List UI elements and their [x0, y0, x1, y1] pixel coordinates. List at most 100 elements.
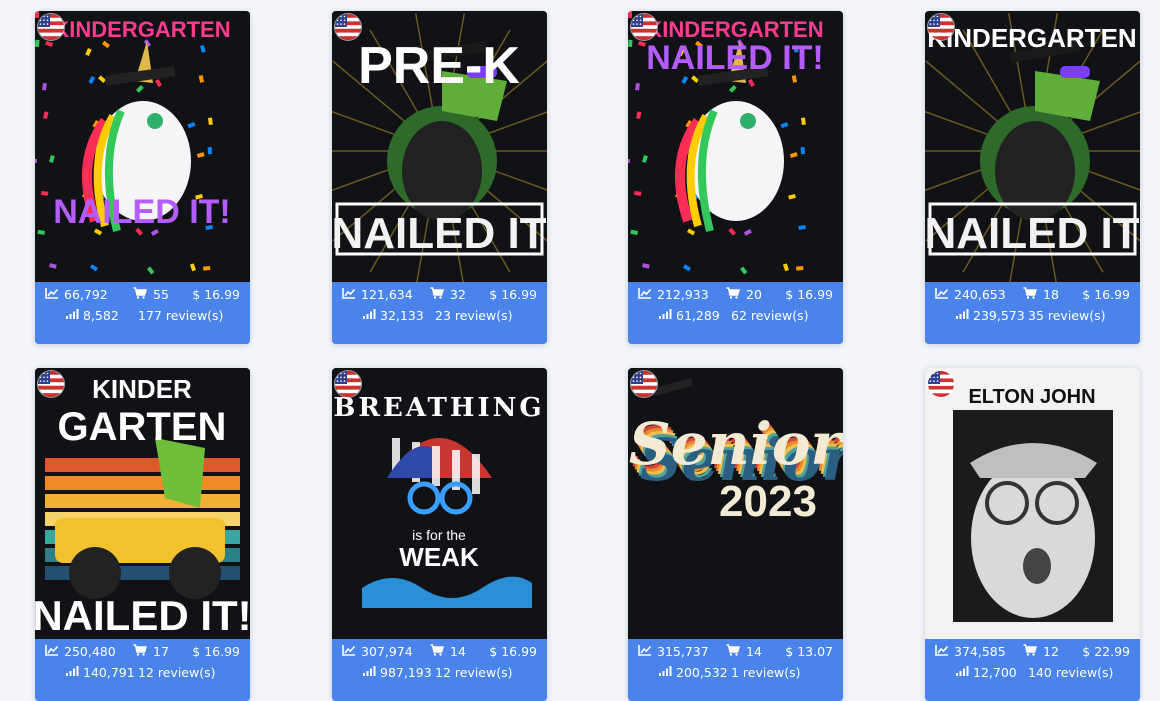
- sales-value: 55: [153, 286, 169, 302]
- sales-value: 14: [450, 643, 466, 659]
- bar-chart-icon: [658, 665, 672, 680]
- cart-icon: [1023, 643, 1037, 659]
- bsr-value: 61,289: [676, 307, 720, 323]
- art-title: BREATHING: [333, 393, 544, 423]
- product-stats: 315,737 14 $ 13.07 200,532 1 review(s): [628, 639, 843, 701]
- trend-chart-icon: [342, 644, 356, 659]
- trend-chart-icon: [45, 287, 59, 302]
- reviews-link[interactable]: 140 review(s): [1028, 665, 1113, 680]
- bar-chart-icon: [362, 665, 376, 680]
- product-card[interactable]: KINDERGARTEN NAILED IT! 212,933 20 $ 16.9…: [628, 11, 843, 344]
- bsr-value: 239,573: [973, 307, 1025, 323]
- product-image[interactable]: KINDERGARTENNAILED IT!: [35, 368, 250, 639]
- views-stat: 250,480: [45, 644, 116, 659]
- product-image[interactable]: KINDERGARTEN NAILED IT: [925, 11, 1140, 282]
- views-stat: 315,737: [638, 644, 709, 659]
- sales-stat: 55: [133, 287, 169, 302]
- bsr-stat: 140,791: [65, 665, 135, 680]
- bsr-stat: 200,532: [658, 665, 728, 680]
- reviews-link[interactable]: 23 review(s): [435, 308, 512, 323]
- price: $ 16.99: [1082, 286, 1130, 302]
- product-image[interactable]: BREATHING is for the WEAK: [332, 368, 547, 639]
- art-subtitle: NAILED IT: [332, 209, 547, 258]
- product-image[interactable]: Senior Senior Senior Senior Senior Senior 2023: [628, 368, 843, 639]
- price: $ 16.99: [192, 643, 240, 659]
- product-stats: 307,974 14 $ 16.99 987,193 12 review(s): [332, 639, 547, 701]
- views-value: 374,585: [954, 643, 1006, 659]
- cart-icon: [726, 643, 740, 659]
- sales-value: 32: [450, 286, 466, 302]
- sales-value: 18: [1043, 286, 1059, 302]
- bsr-stat: 61,289: [658, 308, 720, 323]
- product-card[interactable]: PRE-K NAILED IT 121,634 32 $ 16.99 32,133: [332, 11, 547, 344]
- product-image[interactable]: KINDERGARTEN NAILED IT!: [35, 11, 250, 282]
- trend-chart-icon: [638, 287, 652, 302]
- us-flag-icon: [631, 14, 657, 40]
- trend-chart-icon: [638, 644, 652, 659]
- product-stats: 240,653 18 $ 16.99 239,573 35 review(s): [925, 282, 1140, 344]
- views-stat: 307,974: [342, 644, 413, 659]
- sales-stat: 32: [430, 287, 466, 302]
- product-card[interactable]: KINDER GARTEN NAILED IT! 250,480 17 $ 16.9…: [35, 368, 250, 701]
- bsr-value: 140,791: [83, 664, 135, 680]
- bsr-value: 32,133: [380, 307, 424, 323]
- sales-value: 12: [1043, 643, 1059, 659]
- price: $ 13.07: [785, 643, 833, 659]
- product-card[interactable]: KINDERGARTEN NAILED IT 240,653 18 $ 16.99…: [925, 11, 1140, 344]
- bar-chart-icon: [955, 665, 969, 680]
- product-card[interactable]: BREATHING is for the WEAK 307,974 14 $ 16.…: [332, 368, 547, 701]
- views-stat: 212,933: [638, 287, 709, 302]
- price: $ 16.99: [785, 286, 833, 302]
- reviews-link[interactable]: 177 review(s): [138, 308, 223, 323]
- art-title: Senior: [629, 410, 843, 478]
- product-card[interactable]: Senior Senior Senior Senior Senior Senior 2023…: [628, 368, 843, 701]
- cart-icon: [1023, 286, 1037, 302]
- views-stat: 240,653: [935, 287, 1006, 302]
- us-flag-icon: [928, 371, 954, 397]
- art-subtitle: NAILED IT!: [35, 592, 250, 639]
- product-stats: 121,634 32 $ 16.99 32,133 23 review(s): [332, 282, 547, 344]
- reviews-link[interactable]: 12 review(s): [138, 665, 215, 680]
- cart-icon: [133, 286, 147, 302]
- sales-stat: 20: [726, 287, 762, 302]
- sales-stat: 14: [430, 644, 466, 659]
- art-title: KINDER: [92, 374, 192, 404]
- views-stat: 66,792: [45, 287, 108, 302]
- sales-value: 17: [153, 643, 169, 659]
- product-card[interactable]: ELTON JOHN 374,585 12 $ 22.99 12,700 140…: [925, 368, 1140, 701]
- product-image[interactable]: ELTON JOHN: [925, 368, 1140, 639]
- product-image[interactable]: KINDERGARTENNAILED IT!: [628, 11, 843, 282]
- art-mid: is for the: [412, 527, 466, 543]
- us-flag-icon: [631, 371, 657, 397]
- bsr-value: 8,582: [83, 307, 119, 323]
- art-subtitle: NAILED IT!: [53, 193, 231, 231]
- bar-chart-icon: [65, 308, 79, 323]
- bsr-value: 987,193: [380, 664, 432, 680]
- us-flag-icon: [335, 371, 361, 397]
- art-subtitle: NAILED IT!: [646, 39, 824, 77]
- reviews-link[interactable]: 35 review(s): [1028, 308, 1105, 323]
- trend-chart-icon: [935, 287, 949, 302]
- bsr-value: 200,532: [676, 664, 728, 680]
- product-card[interactable]: KINDERGARTEN NAILED IT! 66,792 55 $ 16.99…: [35, 11, 250, 344]
- sales-stat: 14: [726, 644, 762, 659]
- reviews-link[interactable]: 12 review(s): [435, 665, 512, 680]
- price: $ 16.99: [489, 286, 537, 302]
- reviews-link[interactable]: 1 review(s): [731, 665, 801, 680]
- us-flag-icon: [38, 371, 64, 397]
- cart-icon: [133, 643, 147, 659]
- bar-chart-icon: [658, 308, 672, 323]
- art-subtitle: 2023: [719, 477, 817, 526]
- sales-stat: 12: [1023, 644, 1059, 659]
- bsr-stat: 239,573: [955, 308, 1025, 323]
- cart-icon: [430, 286, 444, 302]
- bsr-stat: 12,700: [955, 665, 1017, 680]
- reviews-link[interactable]: 62 review(s): [731, 308, 808, 323]
- us-flag-icon: [928, 14, 954, 40]
- us-flag-icon: [38, 14, 64, 40]
- bsr-value: 12,700: [973, 664, 1017, 680]
- product-image[interactable]: PRE-K NAILED IT: [332, 11, 547, 282]
- views-stat: 121,634: [342, 287, 413, 302]
- art-title: ELTON JOHN: [968, 386, 1095, 408]
- art-title: KINDERGARTEN: [53, 17, 230, 42]
